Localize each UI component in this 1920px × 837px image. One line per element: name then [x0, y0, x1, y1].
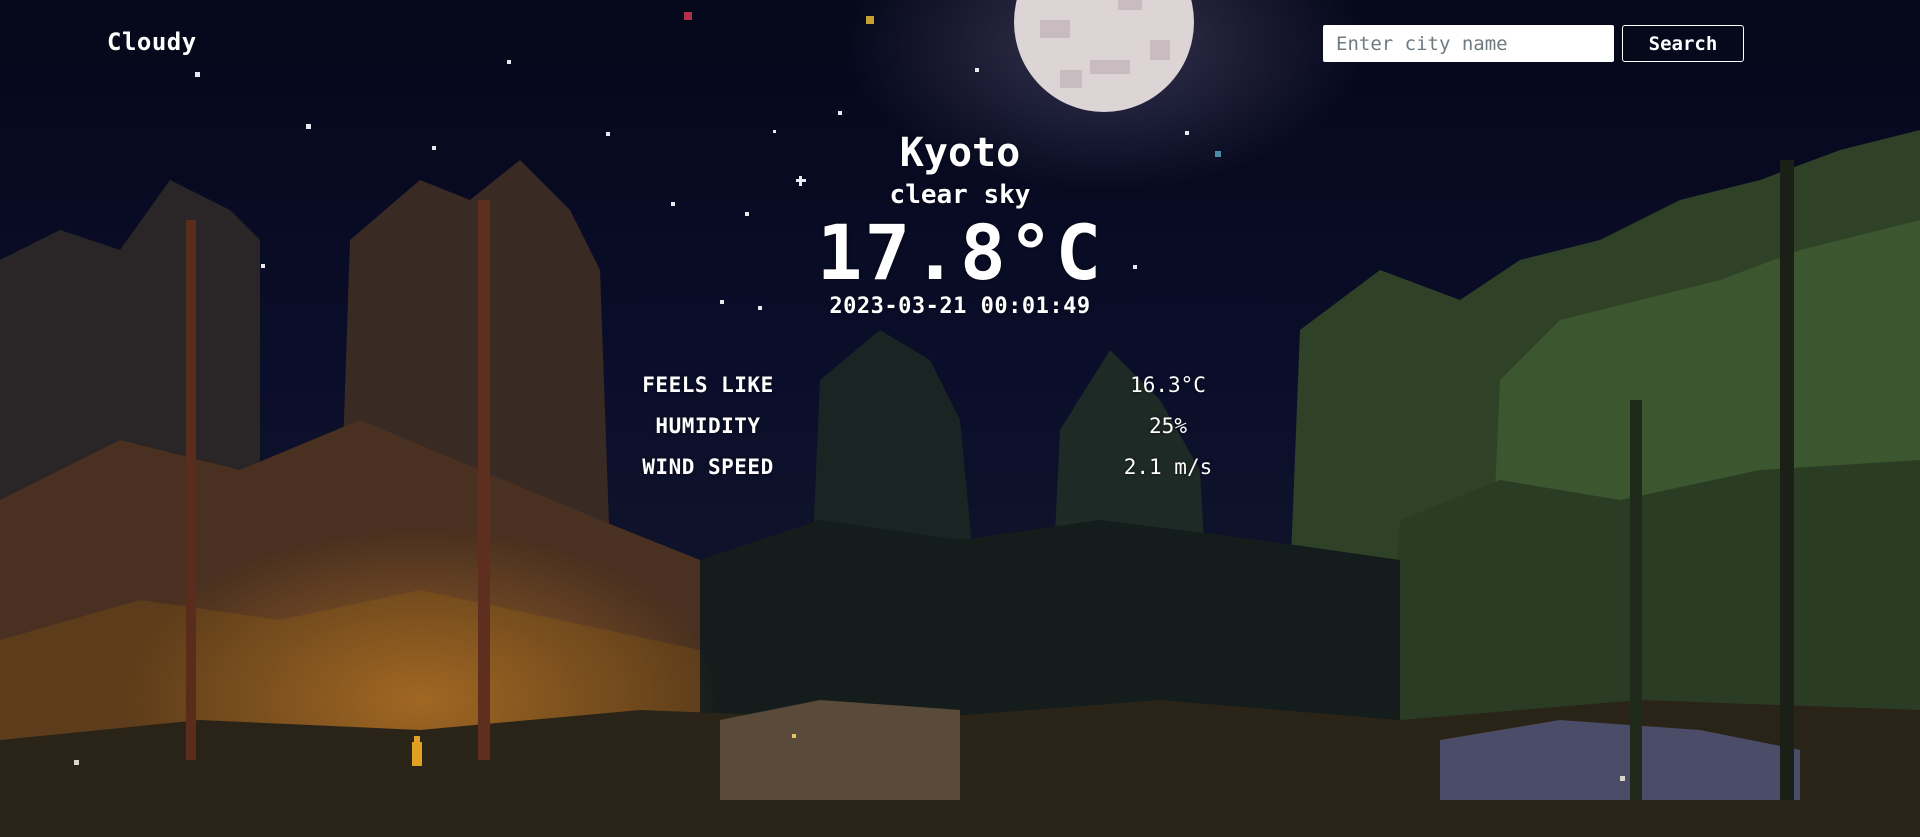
- detail-label: FEELS LIKE: [642, 372, 774, 397]
- city-name: Kyoto: [899, 130, 1021, 176]
- detail-label: HUMIDITY: [655, 413, 761, 438]
- detail-value: 16.3°C: [1130, 372, 1206, 397]
- detail-value: 2.1 m/s: [1123, 454, 1213, 479]
- city-search-input[interactable]: [1323, 25, 1614, 62]
- local-datetime: 2023-03-21 00:01:49: [829, 294, 1091, 319]
- detail-row-feels-like: FEELS LIKE 16.3°C: [608, 364, 1268, 405]
- detail-value: 25%: [1149, 413, 1187, 438]
- search-form: Search: [1323, 25, 1744, 62]
- detail-row-wind-speed: WIND SPEED 2.1 m/s: [608, 446, 1268, 487]
- detail-label: WIND SPEED: [642, 454, 774, 479]
- weather-details-table: FEELS LIKE 16.3°C HUMIDITY 25% WIND SPEE…: [608, 364, 1268, 487]
- brand-logo[interactable]: Cloudy: [107, 28, 197, 56]
- detail-row-humidity: HUMIDITY 25%: [608, 405, 1268, 446]
- temperature: 17.8°C: [816, 208, 1104, 297]
- weather-description: clear sky: [889, 180, 1031, 210]
- search-button[interactable]: Search: [1622, 25, 1744, 62]
- weather-app: Cloudy Search Kyoto clear sky 17.8°C 202…: [0, 0, 1920, 837]
